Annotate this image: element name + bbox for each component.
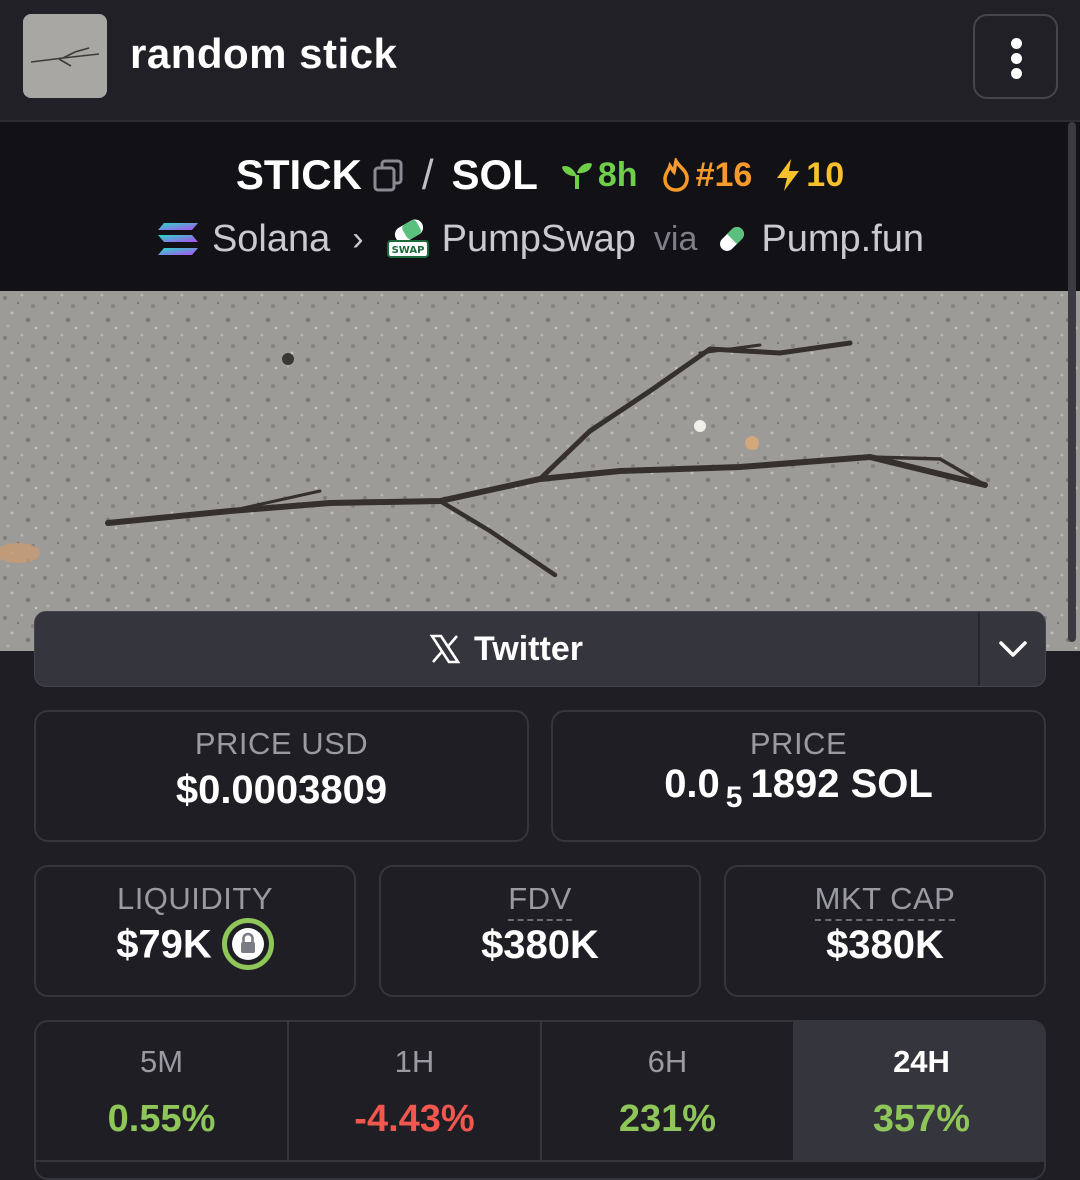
timeframe-change: 0.55% — [107, 1098, 216, 1140]
price-native-prefix: 0.0 — [664, 762, 720, 806]
market-cap-label[interactable]: MKT CAP — [814, 881, 956, 921]
liquidity-label: LIQUIDITY — [116, 881, 274, 916]
liquidity-card: LIQUIDITY $79K — [34, 865, 356, 997]
svg-text:SWAP: SWAP — [391, 245, 424, 256]
liquidity-row: $79K — [36, 918, 354, 973]
timeframe-24h-tab[interactable]: 24H 357% — [795, 1022, 1044, 1162]
fdv-label[interactable]: FDV — [508, 881, 572, 921]
pair-separator: / — [421, 151, 434, 198]
divider — [36, 1160, 1044, 1162]
page-scrollbar[interactable] — [1068, 122, 1076, 642]
fdv-value: $380K — [481, 923, 599, 967]
pair-info-bar: STICK / SOL 8h #16 10 Solana › SWAP Pump… — [0, 122, 1080, 291]
timeframe-label: 24H — [893, 1044, 950, 1079]
pair-row: STICK / SOL 8h #16 10 — [0, 150, 1080, 200]
timeframe-6h-tab[interactable]: 6H 231% — [542, 1022, 795, 1162]
pair-age-badge: 8h — [560, 156, 638, 195]
copy-icon[interactable] — [372, 158, 404, 192]
chain-breadcrumb: Solana › SWAP PumpSwap via Pump.fun — [0, 214, 1080, 264]
token-header: random stick — [0, 0, 1080, 122]
pair-base-symbol: STICK — [235, 151, 362, 198]
timeframe-label: 1H — [394, 1044, 435, 1079]
market-cap-value: $380K — [826, 923, 944, 967]
price-usd-label: PRICE USD — [194, 726, 369, 761]
boosts-value: 10 — [806, 155, 845, 194]
timeframe-5m-tab[interactable]: 5M 0.55% — [36, 1022, 289, 1162]
timeframe-label: 5M — [139, 1044, 184, 1079]
twitter-link-button[interactable]: Twitter — [35, 612, 978, 686]
token-banner-image — [0, 291, 1080, 651]
timeframe-label: 6H — [647, 1044, 688, 1079]
chevron-down-icon — [999, 641, 1027, 657]
token-thumbnail[interactable] — [23, 14, 107, 98]
liquidity-value: $79K — [116, 922, 212, 967]
market-cap-card: MKT CAP $380K — [724, 865, 1046, 997]
fdv-card: FDV $380K — [379, 865, 701, 997]
boosts-badge[interactable]: 10 — [774, 156, 844, 195]
twitter-label: Twitter — [474, 629, 583, 668]
kebab-menu-icon — [1011, 38, 1022, 49]
socials-dropdown-toggle[interactable] — [978, 612, 1046, 686]
price-change-timeframes: 5M 0.55% 1H -4.43% 6H 231% 24H 357% — [34, 1020, 1046, 1180]
chain-network-link[interactable]: Solana — [212, 218, 330, 261]
x-logo-icon — [430, 634, 461, 664]
dex-link[interactable]: PumpSwap — [442, 218, 636, 261]
pair-age-value: 8h — [597, 155, 638, 194]
timeframe-change: 357% — [872, 1098, 971, 1140]
price-native-suffix: 1892 SOL — [750, 762, 933, 806]
trending-rank-badge[interactable]: #16 — [660, 155, 753, 195]
via-label: via — [653, 219, 698, 258]
timeframe-1h-tab[interactable]: 1H -4.43% — [289, 1022, 542, 1162]
price-native-label: PRICE — [749, 726, 848, 761]
timeframe-change: -4.43% — [354, 1098, 475, 1140]
solana-icon — [157, 223, 198, 255]
price-usd-value: $0.0003809 — [175, 768, 388, 812]
lightning-icon — [777, 159, 800, 191]
more-menu-button[interactable] — [973, 14, 1058, 99]
chevron-right-icon: › — [352, 219, 364, 258]
price-native-card: PRICE 0.0 5 1892 SOL — [551, 710, 1046, 842]
price-usd-card: PRICE USD $0.0003809 — [34, 710, 529, 842]
flame-icon — [662, 158, 689, 192]
price-native-value: 0.0 5 1892 SOL — [553, 762, 1044, 814]
pair-quote-symbol: SOL — [451, 151, 538, 198]
price-native-zero-count: 5 — [725, 781, 743, 814]
launchpad-link[interactable]: Pump.fun — [761, 218, 924, 261]
twitter-button-group: Twitter — [34, 611, 1046, 687]
trending-rank-value: #16 — [695, 155, 753, 194]
pumpswap-icon: SWAP — [386, 219, 429, 258]
timeframe-change: 231% — [618, 1098, 717, 1140]
lock-icon[interactable] — [221, 918, 274, 970]
seedling-icon — [561, 163, 592, 189]
pumpfun-icon — [720, 227, 745, 251]
token-name: random stick — [130, 30, 398, 77]
